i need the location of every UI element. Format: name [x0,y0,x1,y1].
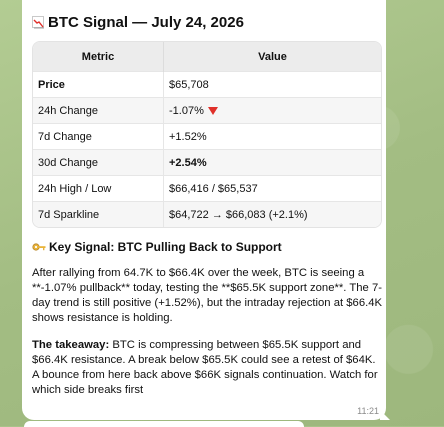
metrics-table: Metric Value Price $65,708 24h Change -1… [32,41,382,228]
red-down-triangle-icon [207,106,218,115]
value-7d-sparkline: $64,722 → $66,083 (+2.1%) [163,201,381,227]
table-row: Price $65,708 [33,71,381,98]
metric-24h-high-low: 24h High / Low [33,175,164,202]
table-row: 30d Change +2.54% [33,149,381,176]
value-7d-change: +1.52% [163,123,381,150]
value-price: $65,708 [163,71,381,98]
key-icon [32,243,46,251]
metric-price: Price [33,71,164,98]
chart-decreasing-icon [32,16,44,29]
message-timestamp: 11:21 [357,406,379,416]
analysis-paragraph: After rallying from 64.7K to $66.4K over… [32,267,383,324]
metric-7d-sparkline: 7d Sparkline [33,201,164,227]
table-row: 7d Change +1.52% [33,123,381,150]
header-value: Value [163,42,381,72]
metric-30d-change: 30d Change [33,149,164,176]
value-24h-change-cell: -1.07% [163,97,381,124]
table-row: 7d Sparkline $64,722 → $66,083 (+2.1%) [33,201,381,227]
takeaway-label: The takeaway: [32,339,110,351]
table-header-row: Metric Value [33,42,381,72]
message-title-text: BTC Signal — July 24, 2026 [48,13,244,31]
metric-7d-change: 7d Change [33,123,164,150]
table-row: 24h Change -1.07% [33,97,381,124]
value-30d-change: +2.54% [163,149,381,176]
value-24h-high-low: $66,416 / $65,537 [163,175,381,202]
value-24h-change: -1.07% [169,104,204,117]
key-signal-heading-text: Key Signal: BTC Pulling Back to Support [49,240,282,254]
message-title: BTC Signal — July 24, 2026 [32,12,378,32]
bubble-tail [380,410,390,420]
message-bubble[interactable]: BTC Signal — July 24, 2026 Metric Value … [22,0,386,420]
key-signal-heading: Key Signal: BTC Pulling Back to Support [32,240,378,254]
header-metric: Metric [33,42,164,72]
takeaway-paragraph: The takeaway: BTC is compressing between… [32,338,384,398]
next-message-bubble [24,421,304,427]
metric-24h-change: 24h Change [33,97,164,124]
table-row: 24h High / Low $66,416 / $65,537 [33,175,381,202]
